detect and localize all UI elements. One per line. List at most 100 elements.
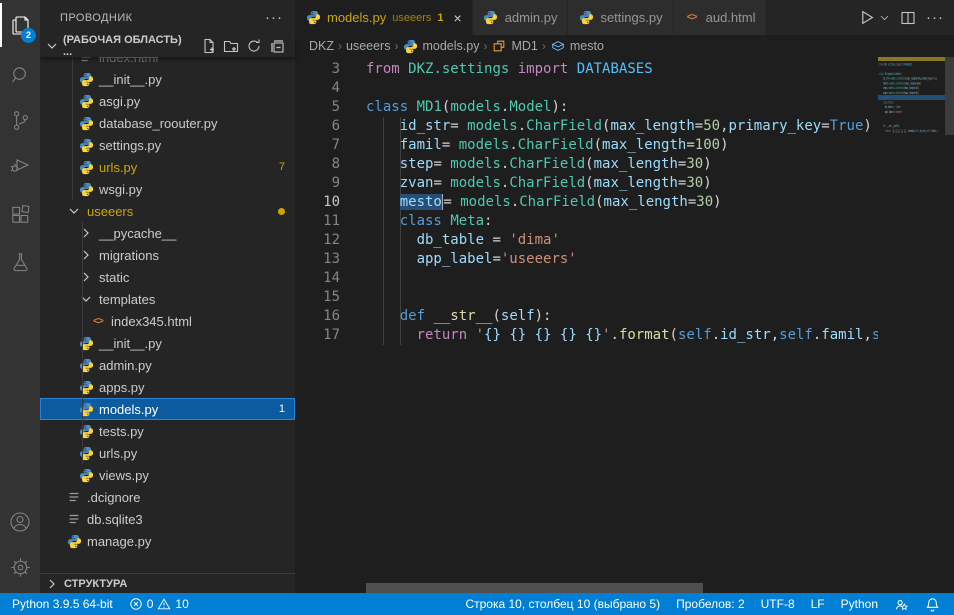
activity-bar: 2 [0, 0, 40, 593]
extensions-icon[interactable] [0, 193, 40, 237]
line-number: 9 [295, 174, 340, 193]
class-symbol-icon [491, 38, 507, 54]
tree-item-wsgi.py[interactable]: wsgi.py [40, 178, 295, 200]
breadcrumb-item-MD1[interactable]: MD1 [491, 38, 537, 54]
settings-gear-icon[interactable] [0, 545, 40, 589]
refresh-icon[interactable] [244, 36, 264, 56]
tab-settings.py[interactable]: settings.py [568, 0, 673, 35]
tab-admin.py[interactable]: admin.py [473, 0, 569, 35]
tree-item-views.py[interactable]: views.py [40, 464, 295, 486]
python-file-icon [78, 159, 94, 175]
minimap[interactable]: from DKZ.settings import DATABASESclass … [878, 57, 945, 207]
minimap-highlight [878, 57, 945, 61]
breadcrumb-separator: › [542, 39, 546, 53]
html-file-icon: <> [90, 313, 106, 329]
new-folder-icon[interactable] [222, 36, 242, 56]
code-line-16: def __str__(self): [366, 307, 878, 326]
tree-item-index345.html[interactable]: <>index345.html [40, 310, 295, 332]
code-area[interactable]: 34567891011121314151617 from DKZ.setting… [295, 57, 954, 593]
testing-icon[interactable] [0, 240, 40, 284]
line-number: 6 [295, 117, 340, 136]
outline-section-header[interactable]: СТРУКТУРА [40, 573, 295, 593]
tree-item-manage.py[interactable]: manage.py [40, 530, 295, 552]
source-control-icon[interactable] [0, 98, 40, 142]
line-number: 15 [295, 288, 340, 307]
status-item[interactable]: LF [803, 593, 833, 615]
status-item[interactable]: UTF-8 [753, 593, 803, 615]
code-lines[interactable]: from DKZ.settings import DATABASESclass … [366, 60, 878, 345]
workspace-section-header[interactable]: (РАБОЧАЯ ОБЛАСТЬ) ... [40, 35, 295, 57]
horizontal-scrollbar[interactable] [366, 583, 703, 593]
python-interpreter-status[interactable]: Python 3.9.5 64-bit [4, 593, 121, 615]
line-number: 16 [295, 307, 340, 326]
breadcrumb-item-mesto[interactable]: mesto [550, 38, 604, 54]
line-number: 8 [295, 155, 340, 174]
python-file-icon [78, 467, 94, 483]
line-number: 14 [295, 269, 340, 288]
new-file-icon[interactable] [199, 36, 219, 56]
run-button[interactable] [858, 9, 875, 26]
accounts-icon[interactable] [0, 500, 40, 544]
tree-item-__init__.py[interactable]: __init__.py [40, 332, 295, 354]
status-item[interactable]: Пробелов: 2 [668, 593, 753, 615]
tree-item-tests.py[interactable]: tests.py [40, 420, 295, 442]
tree-item-static[interactable]: static [40, 266, 295, 288]
close-icon[interactable]: × [454, 11, 462, 25]
editor-group: models.pyuseeers1×admin.pysettings.py<>a… [295, 0, 954, 593]
explorer-icon[interactable]: 2 [0, 3, 40, 47]
tree-item-__init__.py[interactable]: __init__.py [40, 68, 295, 90]
tree-item-useeers[interactable]: useeers [40, 200, 295, 222]
run-dropdown-icon[interactable] [879, 12, 890, 23]
item-badge: 1 [279, 403, 285, 415]
chevron-right-icon [78, 247, 94, 263]
run-and-debug-icon[interactable] [0, 143, 40, 187]
breadcrumb-separator: › [483, 39, 487, 53]
line-number: 13 [295, 250, 340, 269]
gutter[interactable]: 34567891011121314151617 [295, 60, 340, 345]
tree-item-apps.py[interactable]: apps.py [40, 376, 295, 398]
tree-item-database_roouter.py[interactable]: database_roouter.py [40, 112, 295, 134]
feedback-icon[interactable] [886, 593, 917, 615]
problems-status[interactable]: 0 10 [121, 593, 197, 615]
vertical-scrollbar[interactable] [945, 57, 954, 135]
notifications-bell-icon[interactable] [917, 593, 948, 615]
breadcrumb-item-models.py[interactable]: models.py [402, 38, 479, 54]
tree-item-asgi.py[interactable]: asgi.py [40, 90, 295, 112]
tree-item-migrations[interactable]: migrations [40, 244, 295, 266]
tree-indent-guide [82, 222, 83, 464]
tree-item-models.py[interactable]: models.py1 [40, 398, 295, 420]
file-icon [66, 511, 82, 527]
tab-aud.html[interactable]: <>aud.html [674, 0, 767, 35]
more-actions-icon[interactable]: ··· [926, 9, 944, 26]
explorer-more-icon[interactable]: ··· [265, 9, 283, 26]
python-file-icon [78, 401, 94, 417]
field-symbol-icon [550, 38, 566, 54]
breadcrumb-item-useeers[interactable]: useeers [346, 39, 390, 53]
tree-item-db.sqlite3[interactable]: db.sqlite3 [40, 508, 295, 530]
python-file-icon [78, 335, 94, 351]
warning-icon [157, 597, 171, 611]
explorer-title-row: ПРОВОДНИК ··· [40, 0, 295, 35]
code-line-17: return '{} {} {} {} {}'.format(self.id_s… [879, 129, 945, 134]
tree-item-urls.py[interactable]: urls.py7 [40, 156, 295, 178]
collapse-all-icon[interactable] [267, 36, 287, 56]
tree-indent-guide [72, 57, 73, 200]
tree-item-urls.py[interactable]: urls.py [40, 442, 295, 464]
code-line-11: class Meta: [366, 212, 878, 231]
breadcrumb-item-DKZ[interactable]: DKZ [309, 39, 334, 53]
tab-models.py[interactable]: models.pyuseeers1× [295, 0, 473, 35]
code-line-12: db_table = 'dima' [366, 231, 878, 250]
search-icon[interactable] [0, 53, 40, 97]
tree-item-admin.py[interactable]: admin.py [40, 354, 295, 376]
tree-item-__pycache__[interactable]: __pycache__ [40, 222, 295, 244]
code-line-8: step= models.CharField(max_length=30) [366, 155, 878, 174]
line-number: 5 [295, 98, 340, 117]
modified-dot-badge [278, 208, 285, 215]
tree-item-.dcignore[interactable]: .dcignore [40, 486, 295, 508]
code-line-6: id_str= models.CharField(max_length=50,p… [366, 117, 878, 136]
status-item[interactable]: Строка 10, столбец 10 (выбрано 5) [457, 593, 668, 615]
split-editor-icon[interactable] [900, 10, 916, 26]
status-item[interactable]: Python [833, 593, 886, 615]
tree-item-templates[interactable]: templates [40, 288, 295, 310]
tree-item-settings.py[interactable]: settings.py [40, 134, 295, 156]
